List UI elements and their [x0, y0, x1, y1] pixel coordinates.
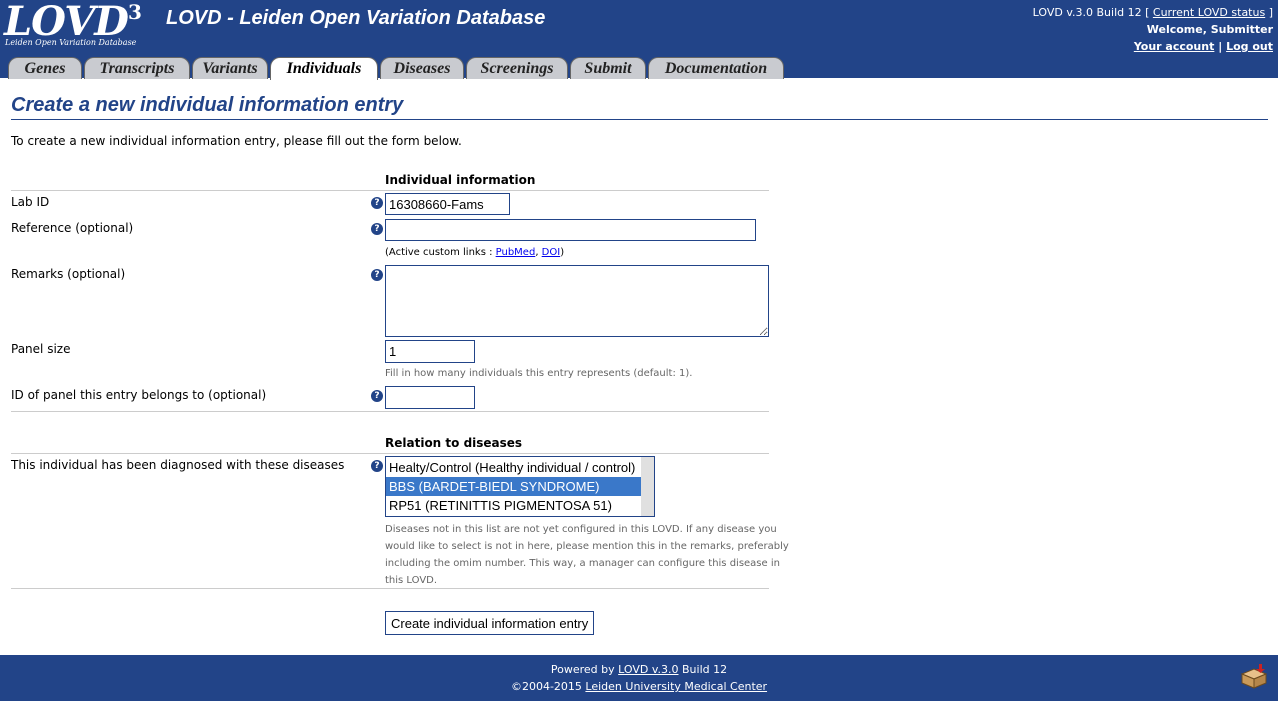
welcome-text: Welcome, Submitter [1146, 23, 1273, 36]
current-status-link[interactable]: Current LOVD status [1153, 6, 1265, 19]
copyright-text: ©2004-2015 Leiden University Medical Cen… [510, 680, 768, 693]
disease-option-bbs[interactable]: BBS (BARDET-BIEDL SYNDROME) [386, 477, 654, 496]
version-text: LOVD v.3.0 Build 12 [ [1032, 6, 1150, 19]
lovd-version-link[interactable]: LOVD v.3.0 [618, 663, 678, 676]
divider [11, 190, 769, 191]
divider [11, 453, 769, 454]
intro-text: To create a new individual information e… [11, 134, 462, 148]
section-relation-to-diseases: Relation to diseases [385, 436, 523, 450]
remarks-label: Remarks (optional) [11, 267, 126, 281]
logo-superscript: 3 [128, 0, 142, 24]
remarks-textarea[interactable] [385, 265, 769, 337]
tab-documentation[interactable]: Documentation [648, 57, 784, 79]
tab-individuals[interactable]: Individuals [270, 57, 378, 80]
tab-transcripts[interactable]: Transcripts [84, 57, 190, 79]
help-icon[interactable]: ? [371, 460, 383, 472]
pubmed-link[interactable]: PubMed [496, 247, 536, 258]
diseases-multiselect[interactable]: Healty/Control (Healthy individual / con… [385, 456, 655, 517]
panel-size-label: Panel size [11, 342, 71, 356]
page-header: LOVD 3 Leiden Open Variation Database LO… [0, 0, 1278, 54]
package-icon[interactable] [1240, 663, 1268, 689]
header-user-info: LOVD v.3.0 Build 12 [ Current LOVD statu… [1032, 6, 1273, 53]
diseases-note: Diseases not in this list are not yet co… [385, 524, 789, 586]
reference-label: Reference (optional) [11, 221, 134, 235]
disease-option-rp51[interactable]: RP51 (RETINITTIS PIGMENTOSA 51) [386, 496, 654, 515]
disease-option-healthy-control[interactable]: Healty/Control (Healthy individual / con… [386, 458, 654, 477]
lab-id-input[interactable] [385, 193, 510, 215]
divider [11, 411, 769, 412]
page-footer: Powered by LOVD v.3.0 Build 12 ©2004-201… [0, 655, 1278, 701]
custom-links-note: (Active custom links : PubMed, DOI) [385, 247, 565, 258]
main-navigation-tabs: Genes Transcripts Variants Individuals D… [0, 54, 1278, 80]
help-icon[interactable]: ? [371, 223, 383, 235]
create-individual-entry-button[interactable]: Create individual information entry [385, 611, 595, 635]
your-account-link[interactable]: Your account [1134, 40, 1215, 53]
help-icon[interactable]: ? [371, 269, 383, 281]
panel-size-input[interactable] [385, 340, 475, 363]
listbox-scrollbar[interactable] [641, 457, 654, 516]
tab-screenings[interactable]: Screenings [466, 57, 568, 79]
tab-submit[interactable]: Submit [570, 57, 646, 79]
page-title: Create a new individual information entr… [11, 94, 404, 116]
panel-id-input[interactable] [385, 386, 475, 409]
tab-variants[interactable]: Variants [192, 57, 268, 79]
diseases-label: This individual has been diagnosed with … [11, 458, 345, 472]
tab-diseases[interactable]: Diseases [380, 57, 464, 79]
help-icon[interactable]: ? [371, 390, 383, 402]
log-out-link[interactable]: Log out [1226, 40, 1273, 53]
logo-subtitle: Leiden Open Variation Database [5, 38, 137, 47]
reference-input[interactable] [385, 219, 756, 241]
panel-id-label: ID of panel this entry belongs to (optio… [11, 388, 267, 402]
lumc-link[interactable]: Leiden University Medical Center [585, 680, 767, 693]
panel-size-note: Fill in how many individuals this entry … [385, 368, 693, 379]
doi-link[interactable]: DOI [542, 247, 561, 258]
lovd-logo[interactable]: LOVD 3 Leiden Open Variation Database [4, 0, 144, 50]
section-individual-information: Individual information [385, 173, 536, 187]
lab-id-label: Lab ID [11, 195, 50, 209]
help-icon[interactable]: ? [371, 197, 383, 209]
tab-genes[interactable]: Genes [8, 57, 82, 79]
site-title: LOVD - Leiden Open Variation Database [166, 7, 546, 29]
divider [11, 588, 769, 589]
powered-by-text: Powered by LOVD v.3.0 Build 12 [550, 663, 728, 676]
title-divider [11, 119, 1268, 120]
